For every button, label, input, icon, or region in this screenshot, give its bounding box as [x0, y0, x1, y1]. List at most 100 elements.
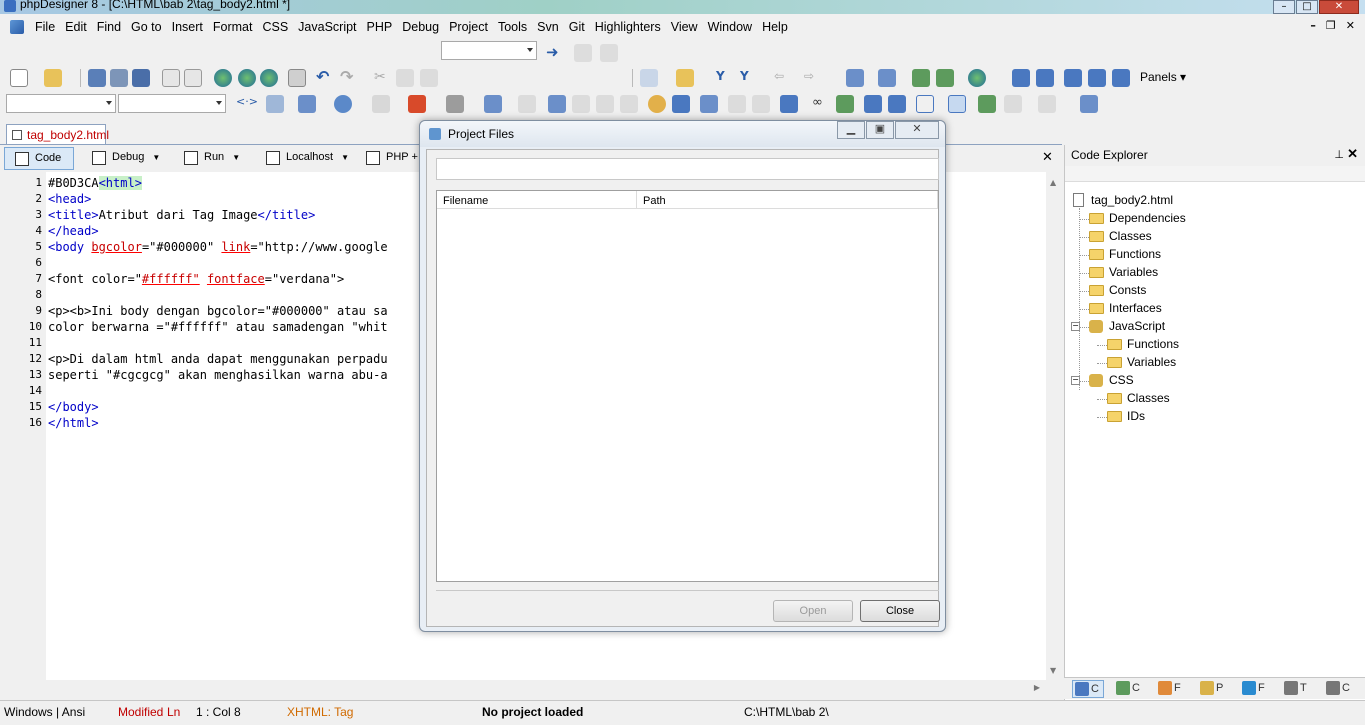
mdi-restore-icon[interactable]: ❐: [1326, 19, 1336, 32]
cut-icon[interactable]: ✂: [374, 69, 392, 87]
scroll-right-icon[interactable]: ▶: [1034, 683, 1040, 692]
menu-javascript[interactable]: JavaScript: [293, 20, 361, 34]
element-edit-icon[interactable]: [752, 95, 770, 113]
table-insert-icon[interactable]: [298, 95, 316, 113]
explorer-tab[interactable]: F: [1240, 680, 1265, 698]
paste-icon[interactable]: [420, 69, 438, 87]
uncomment-icon[interactable]: [620, 95, 638, 113]
browser-preview-icon[interactable]: [968, 69, 986, 87]
mdi-close-icon[interactable]: ✕: [1346, 19, 1355, 32]
tool-icon[interactable]: [518, 95, 536, 113]
brush-icon[interactable]: [408, 95, 426, 113]
tree-item[interactable]: JavaScript: [1089, 318, 1165, 336]
code-view-icon[interactable]: [948, 95, 966, 113]
comment-icon[interactable]: [596, 95, 614, 113]
table-icon[interactable]: [864, 95, 882, 113]
minimize-button[interactable]: –: [1273, 0, 1295, 14]
explorer-tab[interactable]: T: [1282, 680, 1307, 698]
mdi-minimize-icon[interactable]: –: [1310, 19, 1316, 32]
save-all-icon[interactable]: [132, 69, 150, 87]
filter-icon[interactable]: Y: [716, 69, 734, 87]
file-list[interactable]: Filename Path: [436, 190, 939, 582]
column-filename[interactable]: Filename: [437, 191, 637, 209]
panels-button[interactable]: Panels ▾: [1140, 70, 1186, 84]
close-explorer-icon[interactable]: ✕: [1347, 146, 1358, 162]
close-editor-icon[interactable]: ✕: [1042, 150, 1053, 165]
search-combo[interactable]: [441, 41, 537, 60]
menu-project[interactable]: Project: [444, 20, 493, 34]
image-icon[interactable]: [836, 95, 854, 113]
pin-icon[interactable]: ⊥: [1334, 148, 1344, 161]
copy-icon[interactable]: [396, 69, 414, 87]
menu-find[interactable]: Find: [92, 20, 126, 34]
tree-item[interactable]: Dependencies: [1089, 210, 1186, 228]
element-icon[interactable]: [728, 95, 746, 113]
open-folder-icon[interactable]: [44, 69, 62, 87]
save-icon[interactable]: [88, 69, 106, 87]
tree-item[interactable]: Interfaces: [1089, 300, 1162, 318]
scroll-up-icon[interactable]: ▲: [1050, 178, 1056, 187]
bookmark-icon[interactable]: [640, 69, 658, 87]
filter-next-icon[interactable]: Y: [740, 69, 758, 87]
list-icon[interactable]: [888, 95, 906, 113]
globe-upload-icon[interactable]: [238, 69, 256, 87]
explorer-tab[interactable]: F: [1156, 680, 1181, 698]
dialog-close-button[interactable]: ✕: [895, 121, 939, 139]
menu-window[interactable]: Window: [703, 20, 757, 34]
document-icon[interactable]: [372, 95, 390, 113]
app-menu-icon[interactable]: [10, 20, 24, 34]
go-arrow-icon[interactable]: ➜: [546, 44, 564, 62]
close-window-button[interactable]: ✕: [1319, 0, 1359, 14]
cascade-icon[interactable]: [1112, 69, 1130, 87]
link-icon[interactable]: ∞: [812, 95, 830, 113]
color-icon[interactable]: [334, 95, 352, 113]
layout-icon[interactable]: [700, 95, 718, 113]
tree-item[interactable]: Functions: [1089, 246, 1161, 264]
menu-edit[interactable]: Edit: [60, 20, 92, 34]
php-mode-button[interactable]: PHP + X: [356, 147, 428, 170]
validate-icon[interactable]: [912, 69, 930, 87]
tree-item[interactable]: CSS: [1089, 372, 1134, 390]
font-combo[interactable]: [6, 94, 116, 113]
code-mode-button[interactable]: Code: [4, 147, 74, 170]
menu-debug[interactable]: Debug: [397, 20, 444, 34]
menu-css[interactable]: CSS: [257, 20, 293, 34]
globe-icon[interactable]: [214, 69, 232, 87]
menu-insert[interactable]: Insert: [167, 20, 208, 34]
tag-icon[interactable]: <·>: [236, 95, 258, 113]
tree-item[interactable]: Variables: [1089, 264, 1158, 282]
search-tool-icon[interactable]: [878, 69, 896, 87]
vertical-scrollbar[interactable]: ▲ ▼: [1046, 172, 1062, 680]
validate-all-icon[interactable]: [936, 69, 954, 87]
indent-icon[interactable]: [548, 95, 566, 113]
menu-svn[interactable]: Svn: [532, 20, 564, 34]
hand-icon[interactable]: [648, 95, 666, 113]
print-preview-icon[interactable]: [162, 69, 180, 87]
panel-left-icon[interactable]: [1012, 69, 1030, 87]
div-icon[interactable]: [916, 95, 934, 113]
horizontal-scrollbar[interactable]: ▶: [46, 680, 1046, 697]
scroll-down-icon[interactable]: ▼: [1050, 666, 1056, 675]
tree-item[interactable]: tag_body2.html: [1071, 192, 1173, 210]
tree-item[interactable]: Classes: [1107, 390, 1170, 408]
file-search-input[interactable]: [436, 158, 939, 180]
tree-item[interactable]: Functions: [1107, 336, 1179, 354]
run-mode-button[interactable]: Run ▼: [174, 147, 254, 170]
form-icon[interactable]: [266, 95, 284, 113]
back-icon[interactable]: ⇦: [774, 69, 792, 87]
find-tool-icon[interactable]: [574, 44, 592, 62]
tab-tag-body2[interactable]: tag_body2.html: [6, 124, 109, 145]
dialog-maximize-button[interactable]: ▣: [866, 121, 894, 139]
menu-tools[interactable]: Tools: [493, 20, 532, 34]
format-code-icon[interactable]: [672, 95, 690, 113]
outdent-icon[interactable]: [572, 95, 590, 113]
copy-file-icon[interactable]: [184, 69, 202, 87]
open-button[interactable]: Open: [773, 600, 853, 622]
split-horizontal-icon[interactable]: [1064, 69, 1082, 87]
explorer-tab[interactable]: C: [1324, 680, 1350, 698]
tree-item[interactable]: Consts: [1089, 282, 1146, 300]
add-snippet-icon[interactable]: [846, 69, 864, 87]
split-vertical-icon[interactable]: [1088, 69, 1106, 87]
menu-highlighters[interactable]: Highlighters: [590, 20, 666, 34]
column-path[interactable]: Path: [637, 191, 938, 209]
